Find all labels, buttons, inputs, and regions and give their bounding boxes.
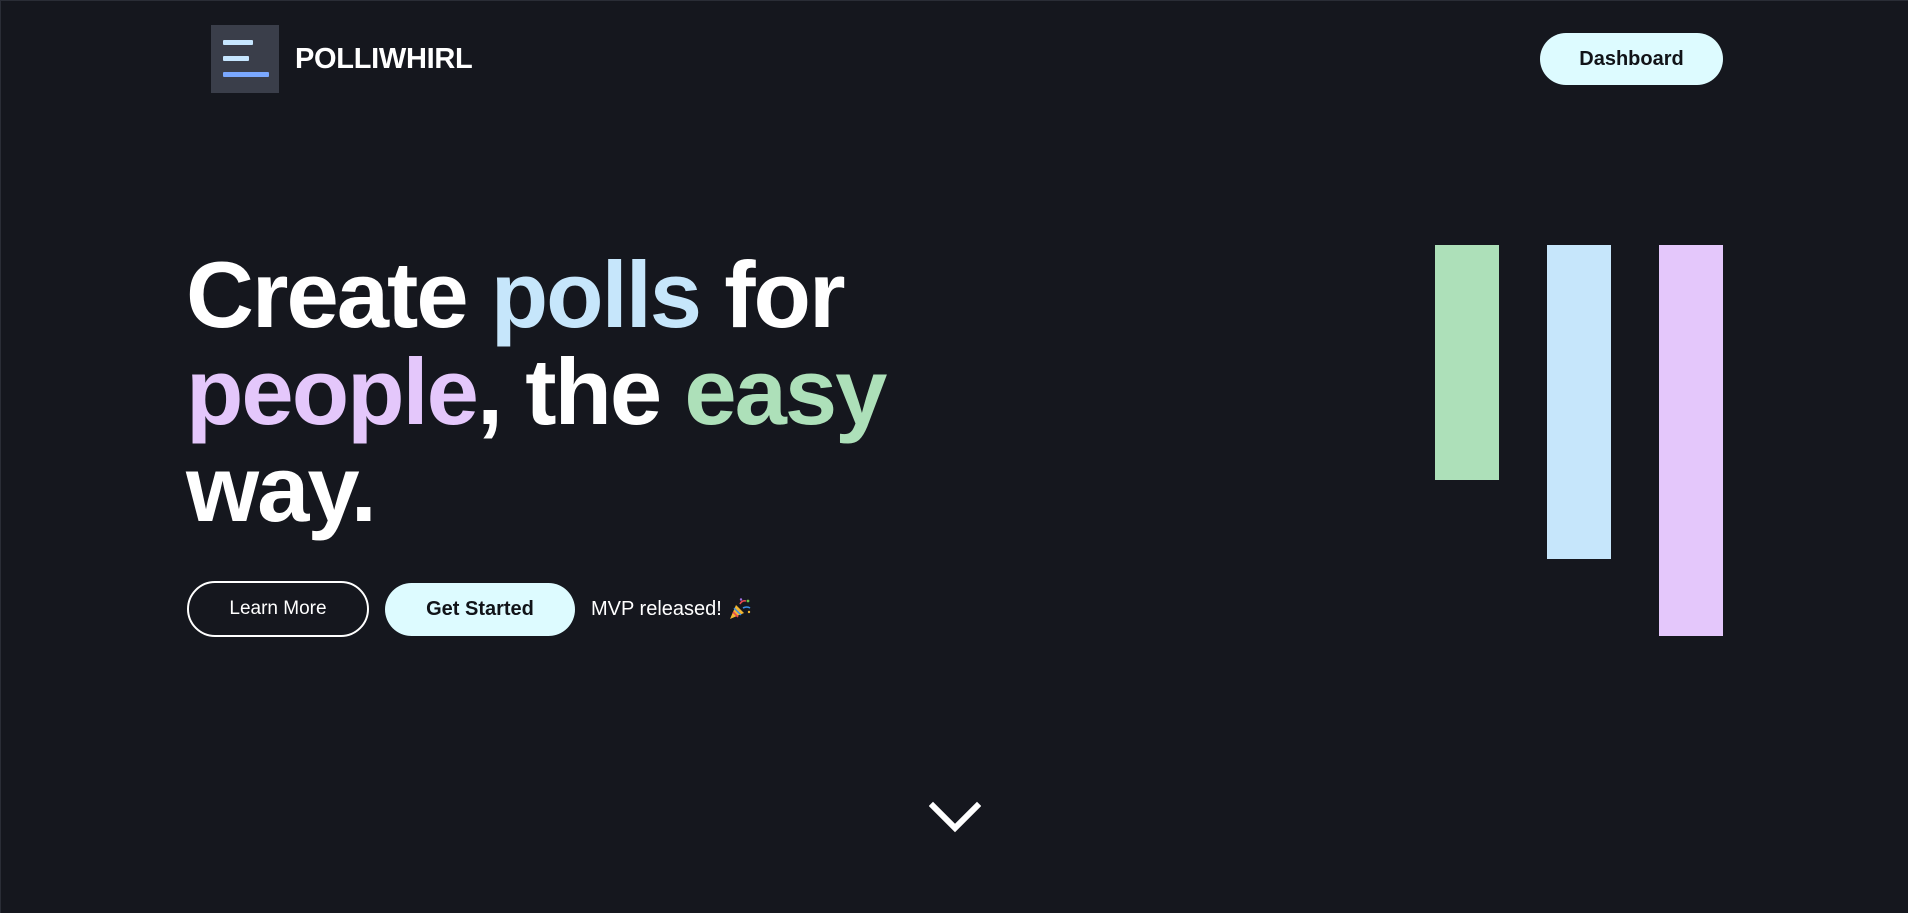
party-popper-icon <box>729 598 751 619</box>
hero-word-way: way. <box>186 436 377 541</box>
hero-line-3: way. <box>186 440 885 537</box>
mvp-status: MVP released! <box>591 597 752 621</box>
brand-logo-link[interactable]: POLLIWHIRL <box>211 25 473 93</box>
hero-word-the: the <box>525 339 662 444</box>
dashboard-button[interactable]: Dashboard <box>1540 33 1723 85</box>
learn-more-button[interactable]: Learn More <box>187 581 369 637</box>
get-started-button[interactable]: Get Started <box>385 582 575 636</box>
hero-word-easy: easy <box>684 339 887 444</box>
menu-lines-logo-icon <box>211 25 279 93</box>
hero-word-people: people <box>186 339 479 444</box>
hero-line-1: Create polls for <box>186 246 885 343</box>
decorative-bar-blue <box>1547 245 1611 559</box>
hero-heading: Create polls for people, the easy way. <box>186 246 887 537</box>
hero-word-create: Create <box>186 242 469 347</box>
cta-row: Learn More Get Started MVP released! <box>187 581 752 637</box>
brand-name: POLLIWHIRL <box>295 42 473 75</box>
decorative-bar-purple <box>1659 245 1723 636</box>
decorative-bar-green <box>1435 245 1499 480</box>
hero-comma: , <box>476 339 503 444</box>
hero-word-polls: polls <box>490 242 702 347</box>
mvp-status-text: MVP released! <box>591 597 722 620</box>
hero-word-for: for <box>724 242 845 347</box>
hero-line-2: people, the easy <box>186 343 887 440</box>
chevron-down-icon[interactable] <box>929 800 981 836</box>
